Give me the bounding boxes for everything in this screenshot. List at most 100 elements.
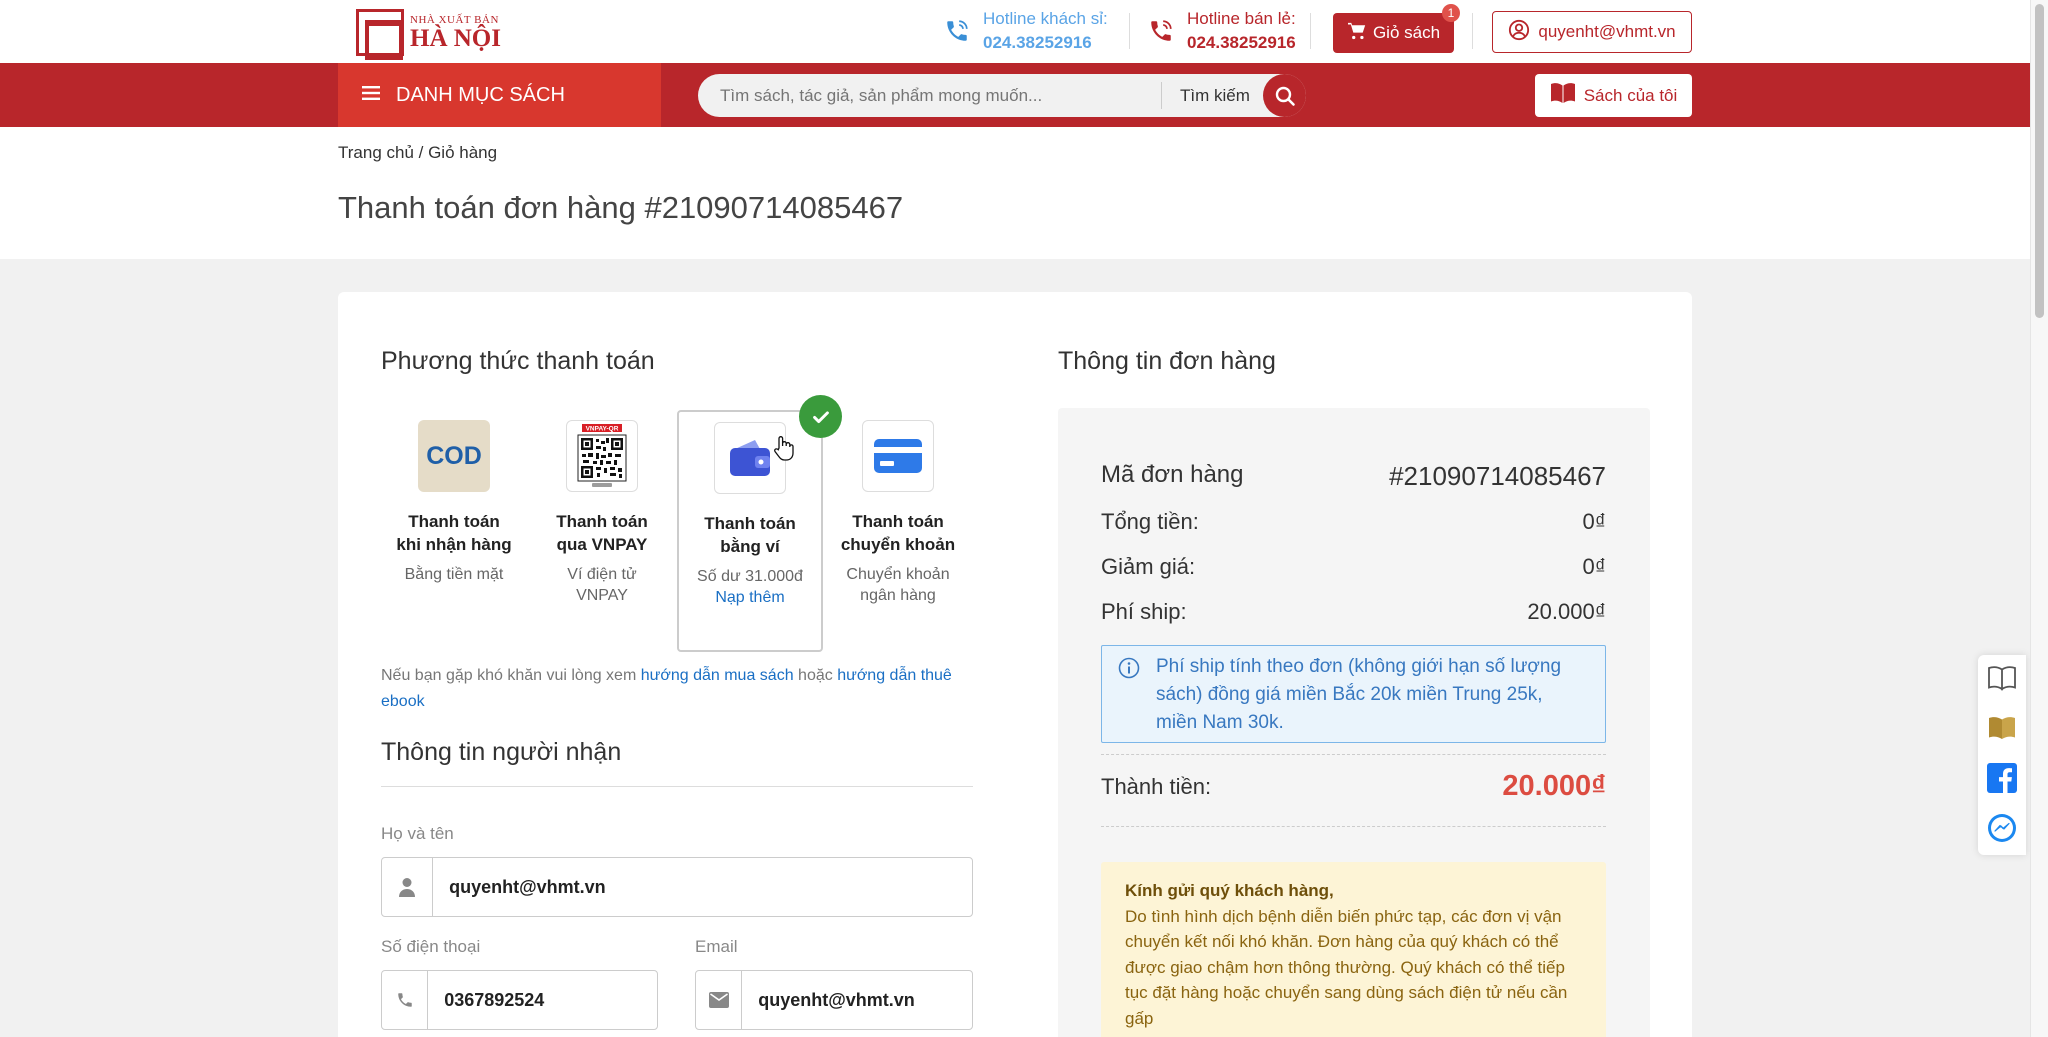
page-header <box>0 127 2030 259</box>
phone-icon <box>943 17 971 45</box>
shipping-value: 20.000₫ <box>1527 599 1606 624</box>
shipping-note-text: Phí ship tính theo đơn (không giới hạn s… <box>1156 656 1562 733</box>
my-books-label: Sách của tôi <box>1583 85 1678 105</box>
payment-option-bank-transfer[interactable]: Thanh toán chuyển khoản Chuyển khoản ngân … <box>825 410 971 606</box>
hotline-wholesale-label: Hotline khách sỉ: <box>983 9 1108 28</box>
divider <box>381 786 973 787</box>
phone-label: Số điện thoại <box>381 937 481 956</box>
payment-option-title: bằng ví <box>720 537 780 556</box>
phone-icon <box>382 971 429 1029</box>
logo-small-text: NHÀ XUẤT BẢN <box>410 13 499 26</box>
payment-option-cod[interactable]: COD Thanh toán khi nhận hàng Bằng tiền mặ… <box>381 410 527 585</box>
purchase-help-text: Nếu bạn gặp khó khăn vui lòng xem hướng … <box>381 667 952 710</box>
person-icon <box>382 858 434 916</box>
payment-option-title: Thanh toán <box>408 512 500 531</box>
library-book-icon[interactable] <box>1987 713 2017 743</box>
logo-mark-icon <box>356 9 404 60</box>
notice-body: Do tình hình dịch bệnh diễn biến phức tạ… <box>1125 906 1568 1028</box>
order-code-label: Mã đơn hàng <box>1101 461 1244 488</box>
search-divider <box>1161 82 1162 109</box>
search-icon[interactable] <box>1263 74 1306 117</box>
divider <box>1310 13 1311 49</box>
scrollbar-thumb[interactable] <box>2035 4 2044 318</box>
hand-cursor-icon <box>772 434 796 467</box>
email-label: Email <box>695 937 738 956</box>
phone-field <box>381 970 658 1030</box>
breadcrumb[interactable]: Trang chủ / Giỏ hàng <box>338 143 497 163</box>
payment-option-subtitle: ngân hàng <box>860 587 936 604</box>
page-scrollbar[interactable] <box>2030 0 2048 1037</box>
search-input[interactable] <box>720 74 1150 117</box>
my-books-button[interactable]: Sách của tôi <box>1535 74 1692 117</box>
full-name-input[interactable] <box>433 858 972 916</box>
divider <box>1472 13 1473 49</box>
email-input[interactable] <box>742 971 972 1029</box>
shipping-label: Phí ship: <box>1101 599 1187 624</box>
discount-label: Giảm giá: <box>1101 554 1196 579</box>
wallet-balance: Số dư 31.000đ <box>697 568 803 585</box>
cart-icon <box>1347 22 1367 45</box>
shipping-note-box: Phí ship tính theo đơn (không giới hạn s… <box>1101 645 1606 743</box>
cart-button[interactable]: Giỏ sách <box>1333 13 1454 53</box>
grand-total-label: Thành tiền: <box>1101 773 1212 799</box>
phone-icon <box>1147 17 1175 45</box>
discount-row: Giảm giá: 0₫ <box>1101 554 1606 580</box>
category-menu-label: DANH MỤC SÁCH <box>396 83 565 106</box>
hamburger-icon <box>362 84 380 107</box>
payment-option-subtitle: VNPAY <box>576 587 628 604</box>
payment-option-vnpay[interactable]: VNPAY-QR Thanh toán qua VNPAY Ví điện tử V… <box>529 410 675 606</box>
hotline-retail-number[interactable]: 024.38252916 <box>1187 31 1296 55</box>
payment-option-title: Thanh toán <box>556 512 648 531</box>
account-button[interactable]: quyenht@vhmt.vn <box>1492 11 1692 53</box>
payment-option-subtitle: Chuyển khoản <box>846 566 950 583</box>
credit-card-icon <box>862 420 934 492</box>
hotline-wholesale[interactable]: Hotline khách sỉ: 024.38252916 <box>943 7 1108 55</box>
user-icon <box>1508 19 1530 46</box>
envelope-icon <box>696 971 743 1029</box>
logo-big-text: HÀ NỘI <box>410 24 501 52</box>
payment-option-subtitle: Bằng tiền mặt <box>404 566 504 583</box>
cod-icon: COD <box>418 420 490 492</box>
payment-option-wallet[interactable]: Thanh toán bằng ví Số dư 31.000đ Nạp thêm <box>677 410 823 652</box>
buy-guide-link[interactable]: hướng dẫn mua sách <box>641 667 794 684</box>
payment-option-title: khi nhận hàng <box>396 535 512 554</box>
hotline-wholesale-number[interactable]: 024.38252916 <box>983 31 1108 55</box>
payment-option-title: qua VNPAY <box>556 535 648 554</box>
order-info-heading: Thông tin đơn hàng <box>1058 347 1276 375</box>
facebook-icon[interactable] <box>1987 763 2017 793</box>
grand-total-value: 20.000₫ <box>1502 770 1606 802</box>
payment-option-title: chuyển khoản <box>840 535 956 554</box>
phone-input[interactable] <box>428 971 657 1029</box>
search-button[interactable]: Tìm kiếm <box>1180 74 1250 117</box>
page-title: Thanh toán đơn hàng #21090714085467 <box>338 190 904 225</box>
subtotal-row: Tổng tiền: 0₫ <box>1101 509 1606 535</box>
payment-option-title: Thanh toán <box>852 512 944 531</box>
order-code-row: Mã đơn hàng #21090714085467 <box>1101 461 1606 492</box>
notice-title: Kính gửi quý khách hàng, <box>1125 881 1334 900</box>
hotline-retail-label: Hotline bán lẻ: <box>1187 9 1296 28</box>
reader-book-icon[interactable] <box>1987 663 2017 693</box>
full-name-label: Họ và tên <box>381 824 454 843</box>
payment-option-subtitle: Ví điện tử <box>567 566 637 583</box>
grand-total-row: Thành tiền: 20.000₫ <box>1101 770 1606 803</box>
category-menu-button[interactable]: DANH MỤC SÁCH <box>338 63 661 127</box>
divider <box>1129 13 1130 49</box>
nav-bar: DANH MỤC SÁCH Tìm kiếm Sách của tôi <box>0 63 2030 127</box>
divider <box>1101 826 1606 827</box>
info-icon <box>1118 657 1140 684</box>
delivery-notice: Kính gửi quý khách hàng, Do tình hình dị… <box>1101 862 1606 1037</box>
search-bar: Tìm kiếm <box>698 74 1306 117</box>
payment-option-title: Thanh toán <box>704 514 796 533</box>
recipient-heading: Thông tin người nhận <box>381 738 622 766</box>
full-name-field <box>381 857 973 917</box>
publisher-logo[interactable]: NHÀ XUẤT BẢN HÀ NỘI <box>356 9 501 60</box>
account-email: quyenht@vhmt.vn <box>1538 22 1676 41</box>
vnpay-qr-icon: VNPAY-QR <box>566 420 638 492</box>
order-code-value: #21090714085467 <box>1389 461 1606 491</box>
payment-method-heading: Phương thức thanh toán <box>381 347 655 375</box>
shipping-row: Phí ship: 20.000₫ <box>1101 599 1606 625</box>
messenger-icon[interactable] <box>1987 813 2017 843</box>
top-up-link[interactable]: Nạp thêm <box>679 587 821 608</box>
svg-text:VNPAY-QR: VNPAY-QR <box>586 426 619 433</box>
hotline-retail[interactable]: Hotline bán lẻ: 024.38252916 <box>1147 7 1296 55</box>
